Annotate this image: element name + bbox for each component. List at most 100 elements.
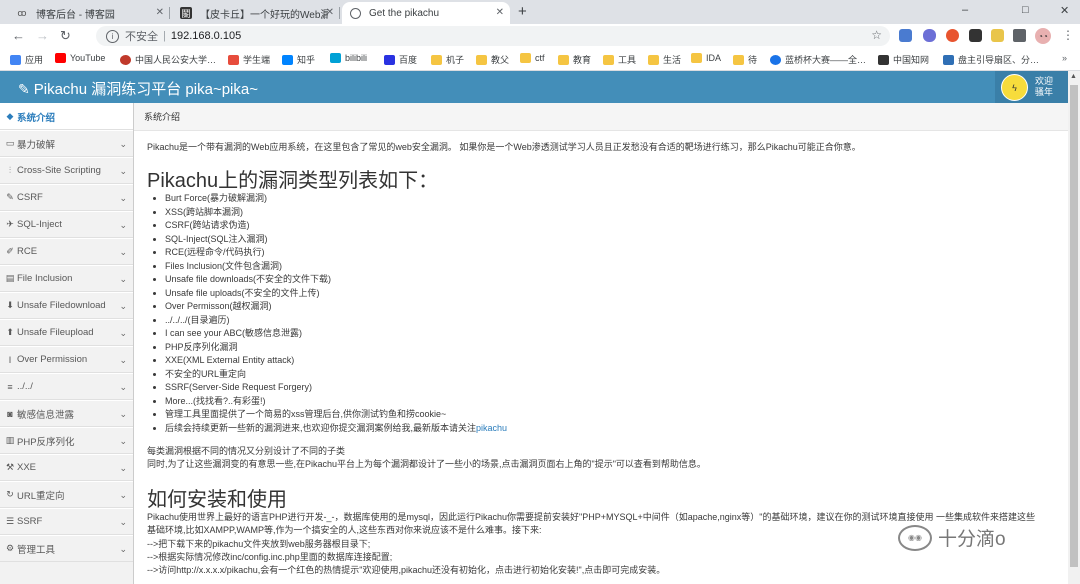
bookmark-zhihu[interactable]: 知乎 — [282, 53, 315, 66]
bookmark-folder[interactable]: ctf — [520, 53, 545, 63]
avatar[interactable]: ◔◔ — [1035, 28, 1051, 44]
bookmark-label: 机子 — [446, 55, 465, 65]
sidebar-item-label: XXE — [17, 462, 37, 473]
list-item: Unsafe file uploads(不安全的文件上传) — [165, 287, 507, 301]
sidebar-item-url-redirect[interactable]: ↻ URL重定向 ⌄ — [0, 481, 133, 508]
maximize-button[interactable]: □ — [1022, 4, 1029, 16]
bookmark-label: 知乎 — [297, 55, 316, 65]
bookmark-youtube[interactable]: YouTube — [55, 53, 105, 63]
url-text[interactable]: 192.168.0.105 — [171, 30, 241, 42]
pencil-icon: ✐ — [6, 246, 14, 256]
install-text: Pikachu使用世界上最好的语言PHP进行开发-_-，数据库使用的是mysql… — [147, 512, 1036, 522]
address-bar[interactable]: i 不安全 | 192.168.0.105 ☆ — [96, 26, 890, 46]
bookmark-folder[interactable]: 机子 — [431, 53, 464, 66]
list-item: Burt Force(暴力破解漏洞) — [165, 192, 507, 206]
bookmark-label: 百度 — [399, 55, 418, 65]
sidebar-item-filedownload[interactable]: ⬇ Unsafe Filedownload ⌄ — [0, 292, 133, 319]
bookmark-label: bilibili — [345, 53, 368, 63]
folder-icon — [431, 54, 442, 65]
sidebar-item-xss[interactable]: ⫶ Cross-Site Scripting ⌄ — [0, 157, 133, 184]
sidebar-item-file-inclusion[interactable]: ▤ File Inclusion ⌄ — [0, 265, 133, 292]
bookmark-folder[interactable]: 教父 — [476, 53, 509, 66]
sidebar-item-tools[interactable]: ⚙ 管理工具 ⌄ — [0, 535, 133, 562]
bookmark-folder[interactable]: IDA — [691, 53, 721, 63]
bookmark-cnki[interactable]: 中国知网 — [878, 53, 929, 66]
list-item: ../../../(目录遍历) — [165, 314, 507, 328]
sidebar-item-ssrf[interactable]: ☰ SSRF ⌄ — [0, 508, 133, 535]
file-icon: ▤ — [5, 273, 15, 283]
browser-tab[interactable]: 鬭 【皮卡丘】一个好玩的Web漏洞… ✕ — [172, 2, 340, 24]
extension-icon[interactable] — [946, 29, 959, 42]
list-item: CSRF(跨站请求伪造) — [165, 219, 507, 233]
sidebar-item-rce[interactable]: ✐ RCE ⌄ — [0, 238, 133, 265]
sidebar-item-csrf[interactable]: ✎ CSRF ⌄ — [0, 184, 133, 211]
new-tab-button[interactable]: + — [518, 3, 527, 20]
bookmark-label: 盘主引导扇区、分… — [958, 55, 1040, 65]
pikachu-link[interactable]: pikachu — [476, 423, 507, 433]
sidebar-item-over-permission[interactable]: I Over Permission ⌄ — [0, 346, 133, 373]
sidebar-item-xxe[interactable]: ⚒ XXE ⌄ — [0, 454, 133, 481]
chevron-down-icon: ⌄ — [119, 490, 127, 500]
app-title[interactable]: ✎ Pikachu 漏洞练习平台 pika~pika~ — [18, 78, 258, 99]
menu-icon[interactable]: ⋮ — [1062, 28, 1074, 42]
reload-icon[interactable]: ↻ — [60, 28, 71, 44]
bookmark-folder[interactable]: 工具 — [603, 53, 636, 66]
chevron-down-icon: ⌄ — [119, 409, 127, 419]
star-icon[interactable]: ☆ — [871, 28, 882, 42]
scrollbar-thumb[interactable] — [1070, 85, 1078, 567]
scroll-up-icon[interactable]: ▲ — [1070, 73, 1077, 80]
bookmark-student[interactable]: 学生端 — [228, 53, 270, 66]
more-bookmarks-icon[interactable]: » — [1062, 53, 1067, 63]
globe-icon — [350, 7, 361, 19]
extension-icon[interactable] — [923, 29, 936, 42]
user-menu[interactable]: ϟ 欢迎 骚年 — [995, 71, 1068, 103]
chevron-down-icon: ⌄ — [119, 166, 127, 176]
minimize-button[interactable]: – — [962, 4, 968, 16]
app-title-text: Pikachu 漏洞练习平台 pika~pika~ — [33, 81, 258, 98]
stack-icon: ☰ — [5, 516, 15, 526]
bookmark-folder[interactable]: 待 — [733, 53, 757, 66]
puzzle-icon[interactable] — [1013, 29, 1026, 42]
subclass-note: 每类漏洞根据不同的情况又分别设计了不同的子类 — [147, 446, 346, 456]
sidebar-item-php-unserialize[interactable]: ▥ PHP反序列化 ⌄ — [0, 427, 133, 454]
bookmark-bilibili[interactable]: bilibili — [330, 53, 367, 63]
translate-extension-icon[interactable] — [899, 29, 912, 42]
cursor-icon: I — [8, 354, 12, 365]
forward-icon[interactable]: → — [36, 28, 49, 43]
close-icon[interactable]: ✕ — [496, 7, 504, 18]
info-icon[interactable]: i — [106, 29, 119, 43]
close-window-button[interactable]: ✕ — [1060, 4, 1069, 17]
bookmark-lanqiao[interactable]: 蓝桥杯大赛——全… — [770, 53, 866, 66]
sidebar-item-label: PHP反序列化 — [17, 436, 75, 448]
extension-icon[interactable] — [991, 29, 1004, 42]
close-icon[interactable]: ✕ — [156, 7, 164, 18]
bookmark-folder[interactable]: 教育 — [558, 53, 591, 66]
sidebar-item-intro[interactable]: ◆ 系统介绍 — [0, 103, 133, 130]
bookmark-folder[interactable]: 生活 — [648, 53, 681, 66]
back-icon[interactable]: ← — [12, 28, 25, 43]
sidebar-item-fileupload[interactable]: ⬆ Unsafe Fileupload ⌄ — [0, 319, 133, 346]
folder-icon — [648, 54, 659, 65]
sidebar-item-bruteforce[interactable]: ▭ 暴力破解 ⌄ — [0, 130, 133, 157]
sidebar-item-sqli[interactable]: ✈ SQL-Inject ⌄ — [0, 211, 133, 238]
list-item: SSRF(Server-Side Request Forgery) — [165, 381, 507, 395]
sidebar-item-info-leak[interactable]: ◙ 敏感信息泄露 ⌄ — [0, 400, 133, 427]
close-icon[interactable]: ✕ — [326, 7, 334, 18]
scenario-note: 同时,为了让这些漏洞变的有意思一些,在Pikachu平台上为每个漏洞都设计了一些… — [147, 459, 706, 469]
baidu-icon — [384, 54, 395, 65]
browser-tab-active[interactable]: Get the pikachu ✕ — [342, 2, 510, 24]
bookmark-mbr[interactable]: 盘主引导扇区、分… — [943, 53, 1039, 66]
sidebar-item-label: Unsafe Filedownload — [17, 300, 106, 311]
sidebar-item-label: URL重定向 — [17, 490, 65, 502]
extension-icon[interactable] — [969, 29, 982, 42]
page-scrollbar[interactable]: ▲ — [1068, 71, 1080, 584]
bookmark-baidu[interactable]: 百度 — [384, 53, 417, 66]
site-icon — [120, 54, 131, 65]
sidebar-item-dir-traversal[interactable]: ≡ ../../ ⌄ — [0, 373, 133, 400]
server-icon: ▥ — [5, 435, 15, 445]
sidebar-item-label: File Inclusion — [17, 273, 73, 284]
browser-tab[interactable]: ꝏ 博客后台 - 博客园 ✕ — [8, 2, 170, 24]
bookmark-ppsuc[interactable]: 中国人民公安大学… — [120, 53, 216, 66]
bookmark-apps[interactable]: 应用 — [10, 53, 43, 66]
install-text: 基础环境,比如XAMPP,WAMP等,作为一个搞安全的人,这些东西对你来说应该不… — [147, 525, 542, 535]
